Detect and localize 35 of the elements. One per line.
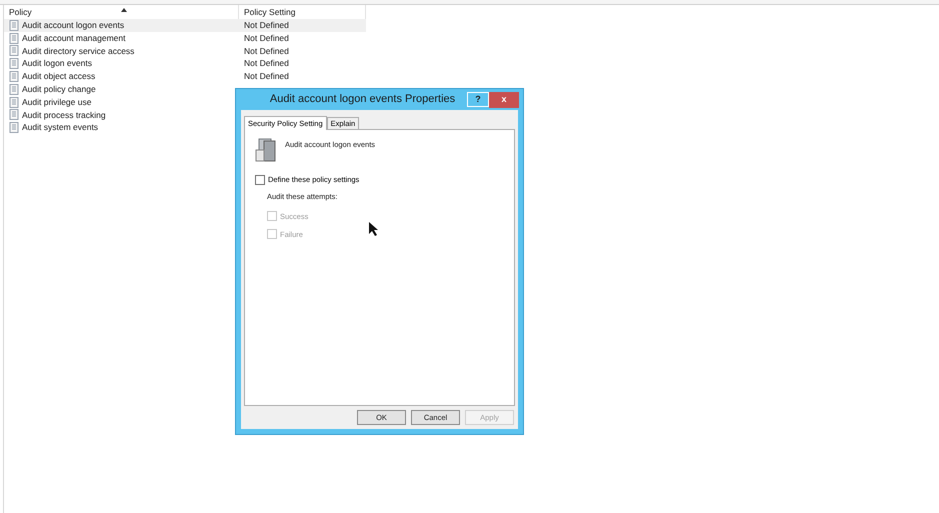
- policy-icon: [9, 20, 20, 31]
- server-icon: [255, 138, 277, 162]
- table-cell: Audit account logon events: [22, 19, 124, 32]
- table-cell: Audit directory service access: [22, 44, 134, 58]
- policy-icon: [9, 45, 20, 56]
- table-cell-text: Not Defined: [243, 32, 290, 45]
- policy-icon: [9, 84, 20, 95]
- mouse-pointer-icon: [369, 222, 379, 237]
- table-cell-text: Not Defined: [243, 19, 290, 32]
- table-cell: Audit logon events: [22, 57, 92, 70]
- policy-icon: [9, 71, 20, 82]
- table-cell-text: Not Defined: [243, 44, 290, 58]
- table-cell: Audit process tracking: [22, 108, 106, 122]
- help-button[interactable]: ?: [467, 92, 489, 107]
- table-cell: Audit system events: [22, 121, 98, 134]
- checkbox[interactable]: [255, 174, 265, 185]
- table-row[interactable]: Audit directory service access Not Defined: [4, 44, 366, 58]
- policy-icon: [9, 109, 20, 120]
- policy-icon: [9, 32, 20, 44]
- table-row[interactable]: Audit logon events Not Defined: [4, 57, 366, 70]
- table-cell: Audit account management: [22, 32, 126, 45]
- policy-icon: [9, 96, 20, 108]
- table-cell: Audit privilege use: [22, 96, 92, 109]
- policy-icon: [9, 122, 20, 134]
- table-row[interactable]: Audit object access Not Defined: [4, 70, 366, 83]
- table-cell-text: Not Defined: [243, 70, 290, 83]
- table-cell: Audit policy change: [22, 83, 96, 96]
- close-button[interactable]: x: [489, 92, 519, 108]
- policy-icon: [9, 58, 20, 70]
- sort-arrow-icon: [121, 8, 127, 12]
- table-row[interactable]: Audit account management Not Defined: [4, 32, 366, 45]
- window-title: Audit account logon events Properties: [268, 92, 456, 108]
- table-cell-text: Not Defined: [243, 57, 290, 70]
- table-cell: Audit object access: [22, 70, 96, 83]
- table-row[interactable]: Audit account logon events Not Defined: [4, 19, 366, 32]
